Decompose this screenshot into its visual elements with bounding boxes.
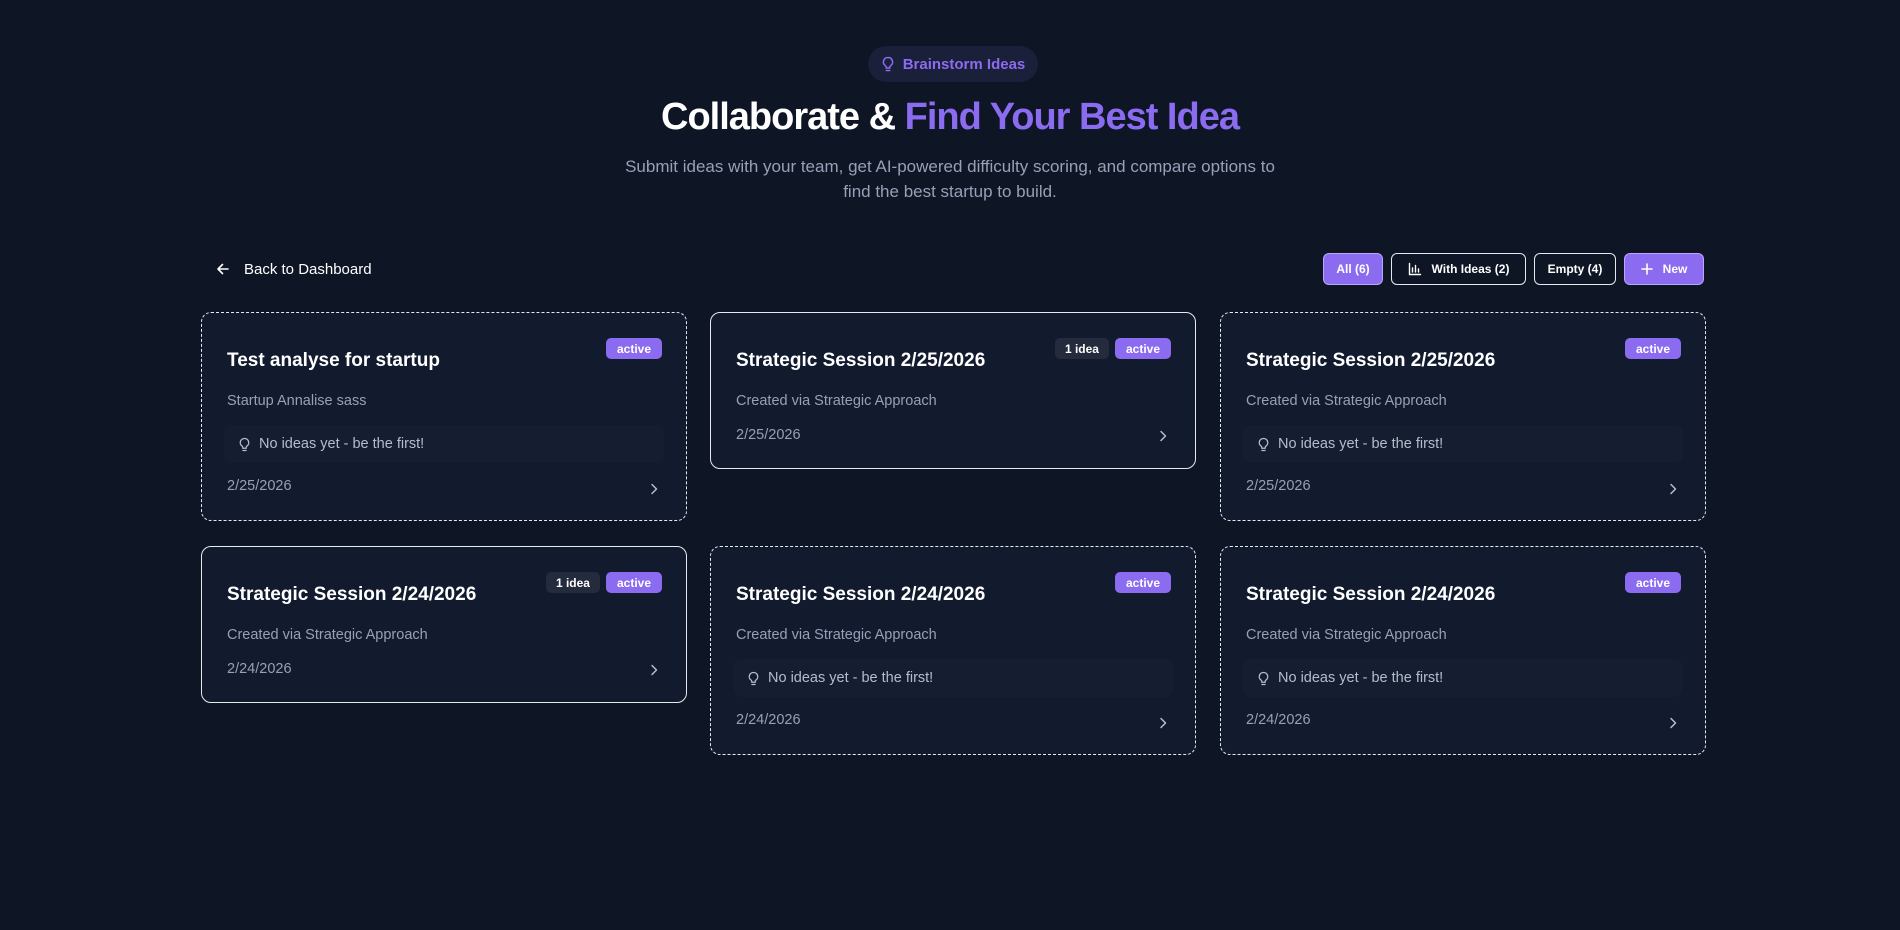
title-accent: Find Your Best Idea bbox=[904, 96, 1240, 138]
session-description: Created via Strategic Approach bbox=[736, 627, 937, 643]
session-description: Created via Strategic Approach bbox=[736, 393, 937, 409]
session-title: Test analyse for startup bbox=[227, 350, 440, 371]
badge-group: 1 idea active bbox=[545, 572, 662, 593]
lightbulb-icon bbox=[882, 56, 893, 72]
status-badge: active bbox=[1624, 572, 1681, 593]
filter-all-label: All (6) bbox=[1336, 262, 1370, 276]
no-ideas-placeholder: No ideas yet - be the first! bbox=[1243, 659, 1683, 697]
filter-empty-label: Empty (4) bbox=[1547, 262, 1603, 276]
session-description: Created via Strategic Approach bbox=[1246, 627, 1447, 643]
no-ideas-placeholder: No ideas yet - be the first! bbox=[733, 659, 1173, 697]
arrow-left-icon bbox=[217, 263, 229, 275]
session-card[interactable]: Strategic Session 2/24/2026 1 idea activ… bbox=[201, 546, 687, 703]
no-ideas-placeholder: No ideas yet - be the first! bbox=[224, 425, 664, 463]
page-subtitle: Submit ideas with your team, get AI-powe… bbox=[600, 154, 1300, 204]
chevron-right-icon bbox=[1670, 483, 1677, 495]
status-badge: active bbox=[605, 572, 662, 593]
lightbulb-icon bbox=[1258, 671, 1269, 685]
title-main: Collaborate & bbox=[661, 96, 905, 138]
session-date: 2/25/2026 bbox=[1246, 478, 1311, 494]
new-label: New bbox=[1662, 262, 1688, 276]
plus-icon bbox=[1640, 263, 1653, 275]
session-card[interactable]: Strategic Session 2/24/2026 active Creat… bbox=[710, 546, 1196, 755]
pill-label: Brainstorm Ideas bbox=[902, 55, 1026, 73]
session-title: Strategic Session 2/25/2026 bbox=[1246, 350, 1496, 371]
filter-with-ideas-button[interactable]: With Ideas (2) bbox=[1391, 253, 1526, 285]
badge-group: active bbox=[1624, 572, 1681, 593]
back-to-dashboard-button[interactable]: Back to Dashboard bbox=[216, 256, 372, 282]
session-card[interactable]: Test analyse for startup active Startup … bbox=[201, 312, 687, 521]
session-description: Startup Annalise sass bbox=[227, 393, 367, 409]
session-title: Strategic Session 2/24/2026 bbox=[736, 584, 986, 605]
subtitle-line-1: Submit ideas with your team, get AI-powe… bbox=[625, 157, 1275, 176]
session-date: 2/25/2026 bbox=[227, 478, 292, 494]
badge-group: 1 idea active bbox=[1054, 338, 1171, 359]
status-badge: active bbox=[605, 338, 662, 359]
badge-group: active bbox=[605, 338, 662, 359]
brainstorm-pill: Brainstorm Ideas bbox=[868, 46, 1038, 82]
status-badge: active bbox=[1624, 338, 1681, 359]
badge-group: active bbox=[1624, 338, 1681, 359]
session-description: Created via Strategic Approach bbox=[227, 627, 428, 643]
no-ideas-placeholder: No ideas yet - be the first! bbox=[1243, 425, 1683, 463]
session-card[interactable]: Strategic Session 2/25/2026 1 idea activ… bbox=[710, 312, 1196, 469]
filter-all-button[interactable]: All (6) bbox=[1323, 253, 1383, 285]
subtitle-line-2: find the best startup to build. bbox=[843, 182, 1057, 201]
session-title: Strategic Session 2/25/2026 bbox=[736, 350, 986, 371]
lightbulb-icon bbox=[748, 671, 759, 685]
badge-group: active bbox=[1114, 572, 1171, 593]
idea-count-badge: 1 idea bbox=[1054, 338, 1109, 359]
no-ideas-text: No ideas yet - be the first! bbox=[259, 436, 425, 452]
lightbulb-icon bbox=[239, 437, 250, 451]
filter-empty-button[interactable]: Empty (4) bbox=[1534, 253, 1616, 285]
status-badge: active bbox=[1114, 338, 1171, 359]
bar-chart-icon bbox=[1408, 262, 1421, 276]
chevron-right-icon bbox=[1160, 430, 1167, 442]
session-date: 2/24/2026 bbox=[736, 712, 801, 728]
no-ideas-text: No ideas yet - be the first! bbox=[1278, 436, 1444, 452]
lightbulb-icon bbox=[1258, 437, 1269, 451]
chevron-right-icon bbox=[1160, 717, 1167, 729]
idea-count-badge: 1 idea bbox=[545, 572, 600, 593]
new-session-button[interactable]: New bbox=[1624, 253, 1704, 285]
chevron-right-icon bbox=[651, 483, 658, 495]
back-label: Back to Dashboard bbox=[244, 260, 372, 278]
page-title: Collaborate & Find Your Best Idea bbox=[0, 92, 1900, 142]
session-description: Created via Strategic Approach bbox=[1246, 393, 1447, 409]
status-badge: active bbox=[1114, 572, 1171, 593]
session-title: Strategic Session 2/24/2026 bbox=[227, 584, 477, 605]
session-card[interactable]: Strategic Session 2/25/2026 active Creat… bbox=[1220, 312, 1706, 521]
session-title: Strategic Session 2/24/2026 bbox=[1246, 584, 1496, 605]
session-card[interactable]: Strategic Session 2/24/2026 active Creat… bbox=[1220, 546, 1706, 755]
filter-bar: All (6) With Ideas (2) Empty (4) New bbox=[1323, 253, 1704, 285]
no-ideas-text: No ideas yet - be the first! bbox=[1278, 670, 1444, 686]
session-date: 2/25/2026 bbox=[736, 427, 801, 443]
chevron-right-icon bbox=[651, 664, 658, 676]
chevron-right-icon bbox=[1670, 717, 1677, 729]
no-ideas-text: No ideas yet - be the first! bbox=[768, 670, 934, 686]
filter-with-ideas-label: With Ideas (2) bbox=[1431, 262, 1510, 276]
session-date: 2/24/2026 bbox=[227, 661, 292, 677]
session-date: 2/24/2026 bbox=[1246, 712, 1311, 728]
